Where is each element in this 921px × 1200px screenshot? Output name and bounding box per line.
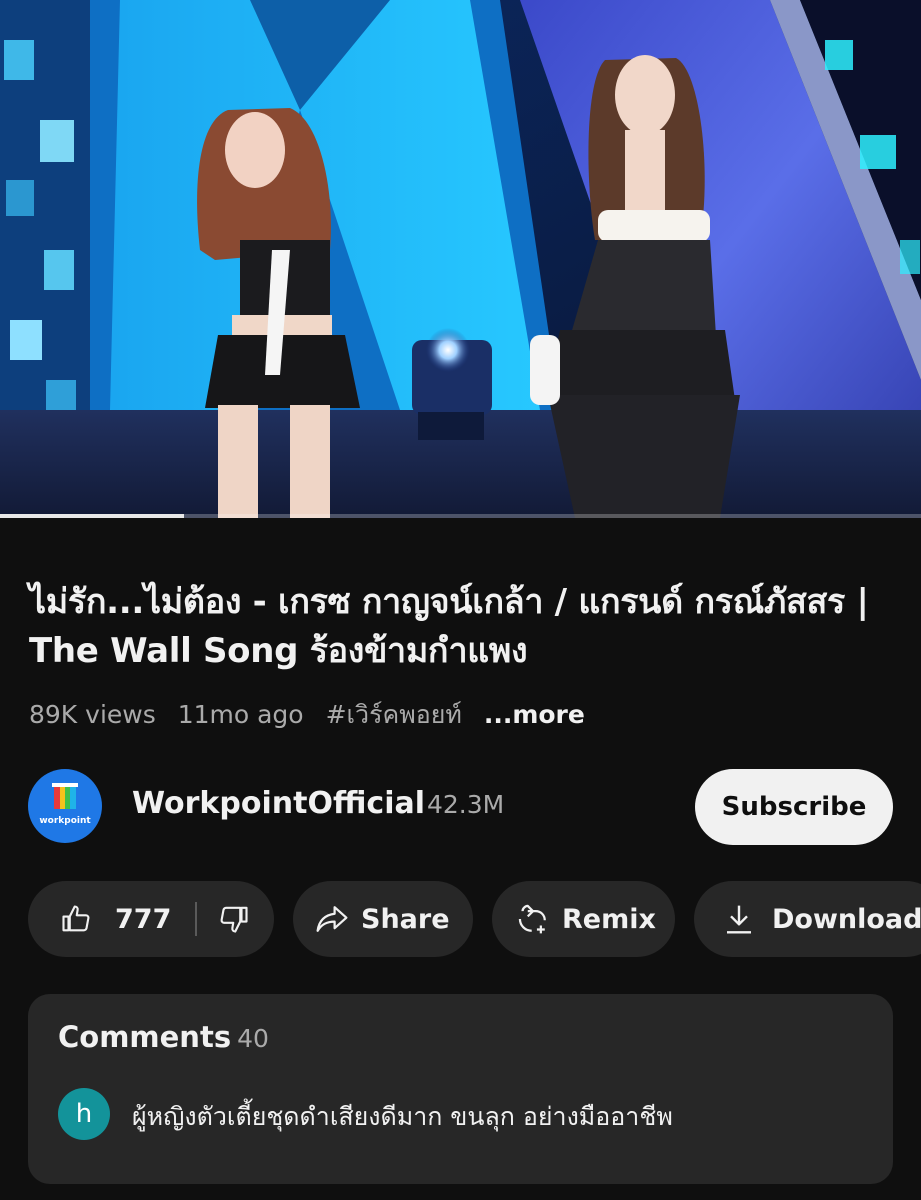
share-icon: [316, 906, 348, 932]
like-button[interactable]: 777: [28, 881, 171, 957]
download-icon: [727, 905, 751, 934]
progress-bar[interactable]: [0, 514, 921, 518]
commenter-avatar: h: [58, 1088, 110, 1140]
video-frame: [0, 0, 921, 518]
download-icon-wrap: [724, 903, 754, 935]
video-title[interactable]: ไม่รัก...ไม่ต้อง - เกรซ กาญจน์เกล้า / แก…: [29, 578, 899, 676]
progress-fill: [0, 514, 185, 518]
comments-heading: Comments 40: [58, 1020, 269, 1054]
view-count: 89K views: [29, 700, 156, 729]
remix-button[interactable]: Remix: [492, 881, 675, 957]
remix-icon: [518, 904, 546, 934]
channel-logo-text: workpoint: [39, 816, 91, 826]
workpoint-logo: [52, 783, 78, 809]
thumbs-up-icon: [62, 905, 90, 932]
subscribe-button[interactable]: Subscribe: [695, 769, 893, 845]
download-label: Download: [772, 903, 921, 935]
video-player[interactable]: [0, 0, 921, 518]
remix-icon-wrap: [516, 903, 550, 935]
share-label: Share: [361, 903, 450, 935]
thumbs-down-icon: [220, 906, 248, 933]
comments-panel[interactable]: Comments 40 h ผู้หญิงตัวเตี้ยชุดดำเสียงดี…: [28, 994, 893, 1184]
upload-age: 11mo ago: [177, 700, 304, 729]
dislike-button[interactable]: [197, 881, 249, 957]
channel-name[interactable]: WorkpointOfficial: [132, 786, 425, 821]
like-dislike-pill: 777: [28, 881, 274, 957]
comments-title: Comments: [58, 1020, 232, 1054]
hashtag-link[interactable]: #เวิร์คพอยท์: [326, 700, 462, 729]
subscriber-count: 42.3M: [427, 790, 505, 819]
channel-avatar[interactable]: workpoint: [28, 769, 102, 843]
remix-label: Remix: [562, 903, 656, 935]
comments-count: 40: [237, 1024, 269, 1053]
comment-text: ผู้หญิงตัวเตี้ยชุดดำเสียงดีมาก ขนลุก อย่…: [132, 1102, 673, 1131]
video-meta[interactable]: 89K views 11mo ago #เวิร์คพอยท์ ...more: [29, 698, 585, 732]
like-count: 777: [115, 903, 172, 935]
download-button[interactable]: Download: [694, 881, 921, 957]
more-link[interactable]: ...more: [484, 700, 585, 729]
share-button[interactable]: Share: [293, 881, 473, 957]
share-icon-wrap: [315, 904, 349, 934]
stage-light: [412, 328, 492, 440]
